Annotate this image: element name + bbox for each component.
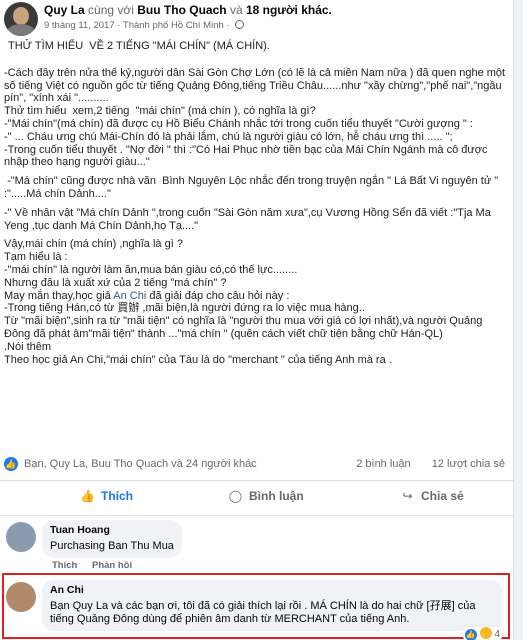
post-date[interactable]: 9 tháng 11, 2017 [44, 20, 115, 31]
comment-reactions[interactable]: 👍 4 [461, 627, 503, 640]
reaction-names[interactable]: Bạn, Quy La, Buu Tho Quach và 24 người k… [24, 458, 257, 470]
comment-text: Purchasing Ban Thu Mua [50, 540, 174, 552]
comment-bubble: Tuan Hoang Purchasing Ban Thu Mua [42, 520, 182, 558]
comments-count[interactable]: 2 bình luận [356, 458, 410, 470]
comment-like-link[interactable]: Thích [52, 560, 77, 571]
post-paragraph-2: -"Má chín" cũng được nhà văn Bình Nguyên… [4, 175, 502, 200]
post-author-line: Quy La cùng với Buu Tho Quach và 18 ngườ… [44, 3, 332, 17]
comment-icon: ◯ [228, 489, 243, 503]
thumbs-up-icon: 👍 [80, 489, 95, 503]
post-actions: 👍 Thích ◯ Bình luận ↪ Chia sẻ [0, 480, 514, 516]
comment-actions: Thích Phản hồi [52, 560, 144, 571]
share-label: Chia sẻ [421, 489, 464, 503]
reaction-icons[interactable]: 👍 [4, 457, 18, 471]
share-button[interactable]: ↪ Chia sẻ [400, 489, 464, 503]
an-chi-link[interactable]: An Chi [113, 290, 146, 302]
shares-count[interactable]: 12 lượt chia sẻ [432, 458, 505, 470]
comment-reply-link[interactable]: Phản hồi [92, 560, 132, 571]
post-meta: 9 tháng 11, 2017 · Thành phố Hồ Chí Minh… [44, 20, 245, 31]
commenter-avatar[interactable] [6, 522, 36, 552]
share-icon: ↪ [402, 489, 413, 503]
like-button[interactable]: 👍 Thích [80, 489, 133, 503]
post-paragraph-4: Vậy,mái chín (má chín) ,nghĩa là gì ? Tạ… [4, 238, 483, 366]
and-text: và [229, 3, 243, 17]
post-title: THỬ TÌM HIỂU VỀ 2 TIẾNG "MÁI CHÍN" (MÁ C… [8, 40, 270, 52]
commenter-name[interactable]: Tuan Hoang [50, 524, 174, 536]
post-stats: 2 bình luận 12 lượt chia sẻ [338, 458, 505, 470]
post-body: THỬ TÌM HIỂU VỀ 2 TIẾNG "MÁI CHÍN" (MÁ C… [4, 40, 509, 372]
post-location[interactable]: · Thành phố Hồ Chí Minh · [117, 20, 229, 31]
like-label: Thích [101, 489, 133, 503]
highlight-box [2, 573, 510, 639]
haha-reaction-icon [479, 627, 492, 639]
post-paragraph-3: -" Về nhân vật "Má chín Dảnh ",trong cuố… [4, 206, 494, 232]
globe-icon [235, 20, 245, 29]
others-link[interactable]: 18 người khác. [246, 3, 332, 17]
tagged-name[interactable]: Buu Tho Quach [137, 3, 226, 17]
comment-label: Bình luận [249, 489, 304, 503]
comment-reaction-count: 4 [494, 629, 500, 640]
page-scrollbar-track[interactable] [515, 0, 523, 640]
reactions-bar: 👍 Bạn, Quy La, Buu Tho Quach và 24 người… [4, 456, 509, 474]
author-name[interactable]: Quy La [44, 3, 85, 17]
comment-button[interactable]: ◯ Bình luận [228, 489, 304, 503]
post-header: Quy La cùng với Buu Tho Quach và 18 ngườ… [4, 0, 504, 40]
author-avatar[interactable] [4, 2, 38, 36]
post-paragraph-1: -Cách đây trên nửa thế kỷ,người dân Sài … [4, 66, 506, 169]
post-card: Quy La cùng với Buu Tho Quach và 18 ngườ… [0, 0, 514, 640]
with-text: cùng với [88, 3, 134, 17]
like-reaction-icon: 👍 [464, 629, 477, 640]
like-reaction-icon: 👍 [4, 457, 18, 471]
